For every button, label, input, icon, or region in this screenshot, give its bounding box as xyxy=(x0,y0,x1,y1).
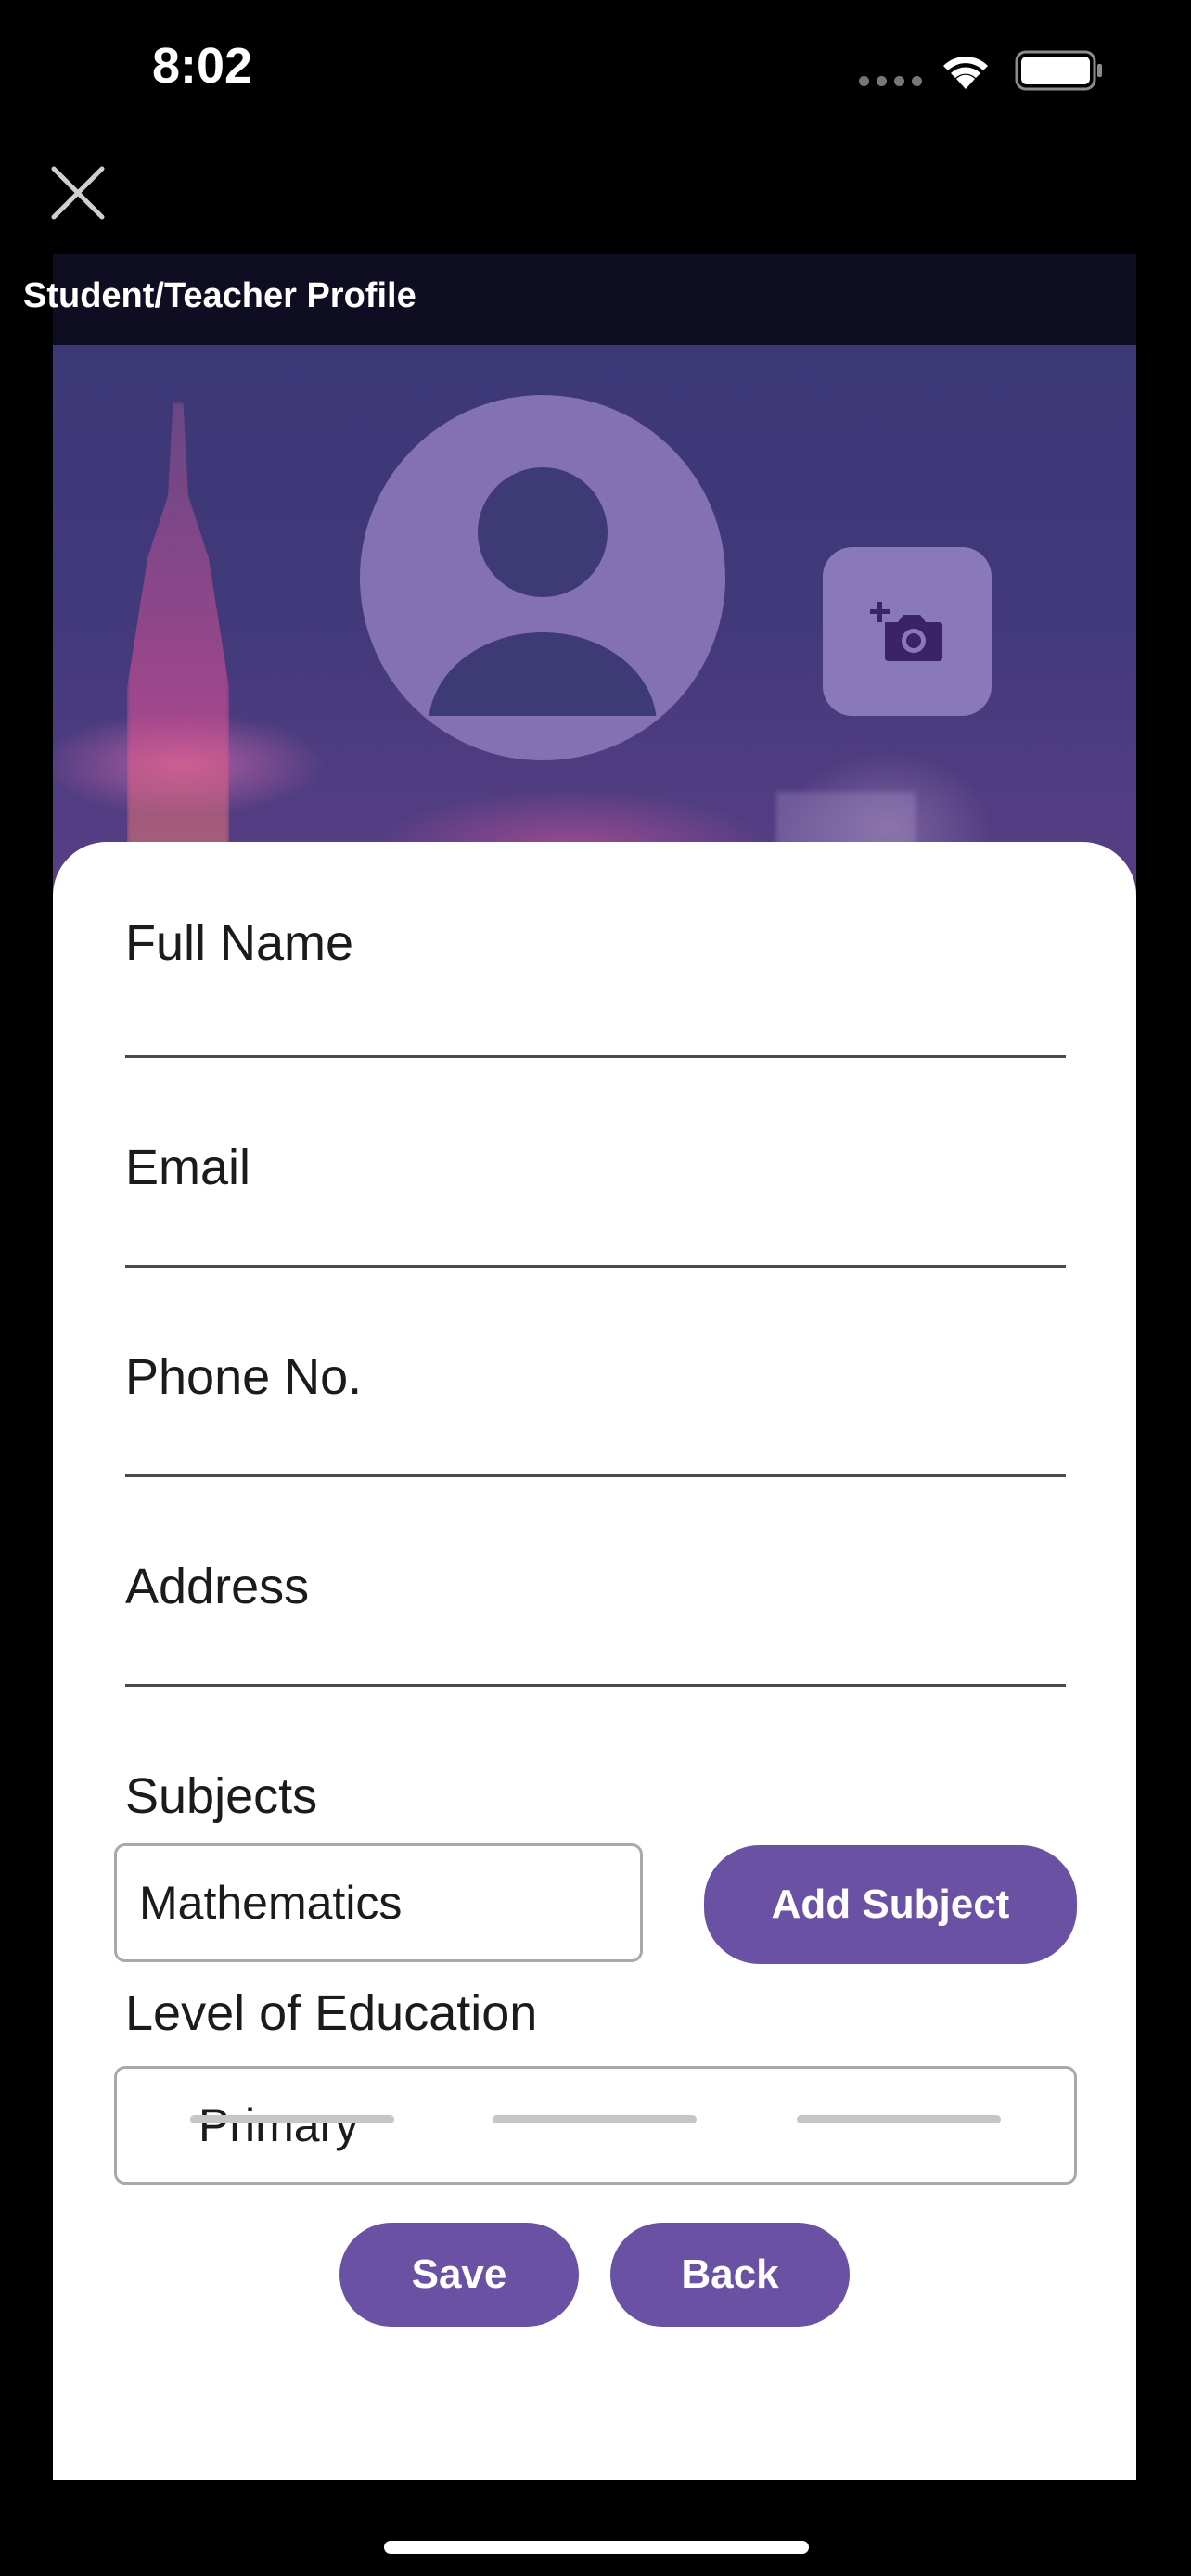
phone-input[interactable] xyxy=(125,1409,1066,1477)
battery-icon xyxy=(1015,50,1104,95)
subjects-label: Subjects xyxy=(125,1768,318,1824)
profile-form-card: Full Name Email Phone No. Address Subjec… xyxy=(53,842,1136,2480)
subject-input-value: Mathematics xyxy=(139,1877,403,1929)
close-button[interactable] xyxy=(48,163,108,223)
address-input[interactable] xyxy=(125,1619,1066,1687)
subject-input[interactable]: Mathematics xyxy=(114,1843,643,1962)
add-subject-button[interactable]: Add Subject xyxy=(704,1845,1077,1964)
email-input[interactable] xyxy=(125,1200,1066,1268)
save-button[interactable]: Save xyxy=(339,2223,579,2327)
status-time: 8:02 xyxy=(152,38,253,94)
education-select-value: Primary xyxy=(198,2099,359,2151)
education-select[interactable]: Primary xyxy=(114,2066,1077,2185)
education-label: Level of Education xyxy=(125,1985,538,2041)
app-viewport: Full Name Email Phone No. Address Subjec… xyxy=(53,254,1136,2480)
close-icon xyxy=(51,166,105,220)
home-indicator[interactable] xyxy=(384,2541,809,2554)
add-photo-camera-icon xyxy=(870,602,942,661)
address-label: Address xyxy=(125,1559,310,1614)
change-photo-button[interactable] xyxy=(823,547,992,716)
page-indicator-1 xyxy=(190,2115,394,2123)
full-name-input[interactable] xyxy=(125,990,1066,1058)
email-label: Email xyxy=(125,1140,251,1195)
back-button[interactable]: Back xyxy=(610,2223,850,2327)
full-name-label: Full Name xyxy=(125,915,354,971)
phone-label: Phone No. xyxy=(125,1349,363,1405)
wifi-icon xyxy=(937,48,994,95)
user-avatar-icon xyxy=(360,395,725,760)
page-indicator-2 xyxy=(493,2115,697,2123)
page-title: Student/Teacher Profile xyxy=(23,276,416,315)
page-indicator-3 xyxy=(797,2115,1001,2123)
cellular-signal-icon xyxy=(859,76,922,86)
